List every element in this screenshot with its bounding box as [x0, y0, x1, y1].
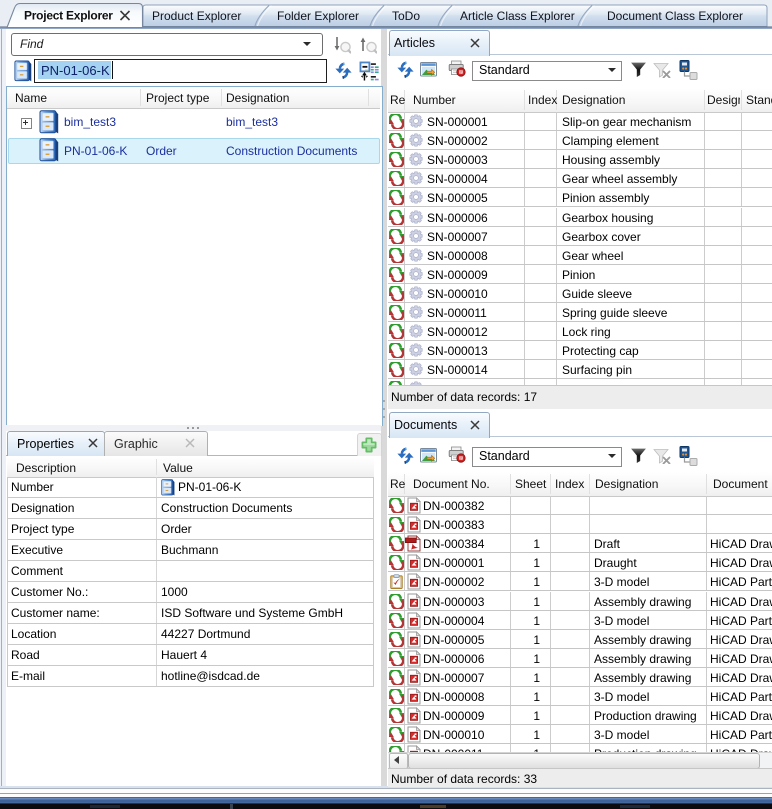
svg-text:Product Explorer: Product Explorer — [152, 9, 241, 23]
svg-text:Folder Explorer: Folder Explorer — [277, 9, 359, 23]
svg-text:Project Explorer: Project Explorer — [24, 9, 113, 23]
svg-text:Article Class Explorer: Article Class Explorer — [460, 9, 575, 23]
svg-text:Document Class Explorer: Document Class Explorer — [607, 9, 743, 23]
svg-text:ToDo: ToDo — [392, 9, 420, 23]
